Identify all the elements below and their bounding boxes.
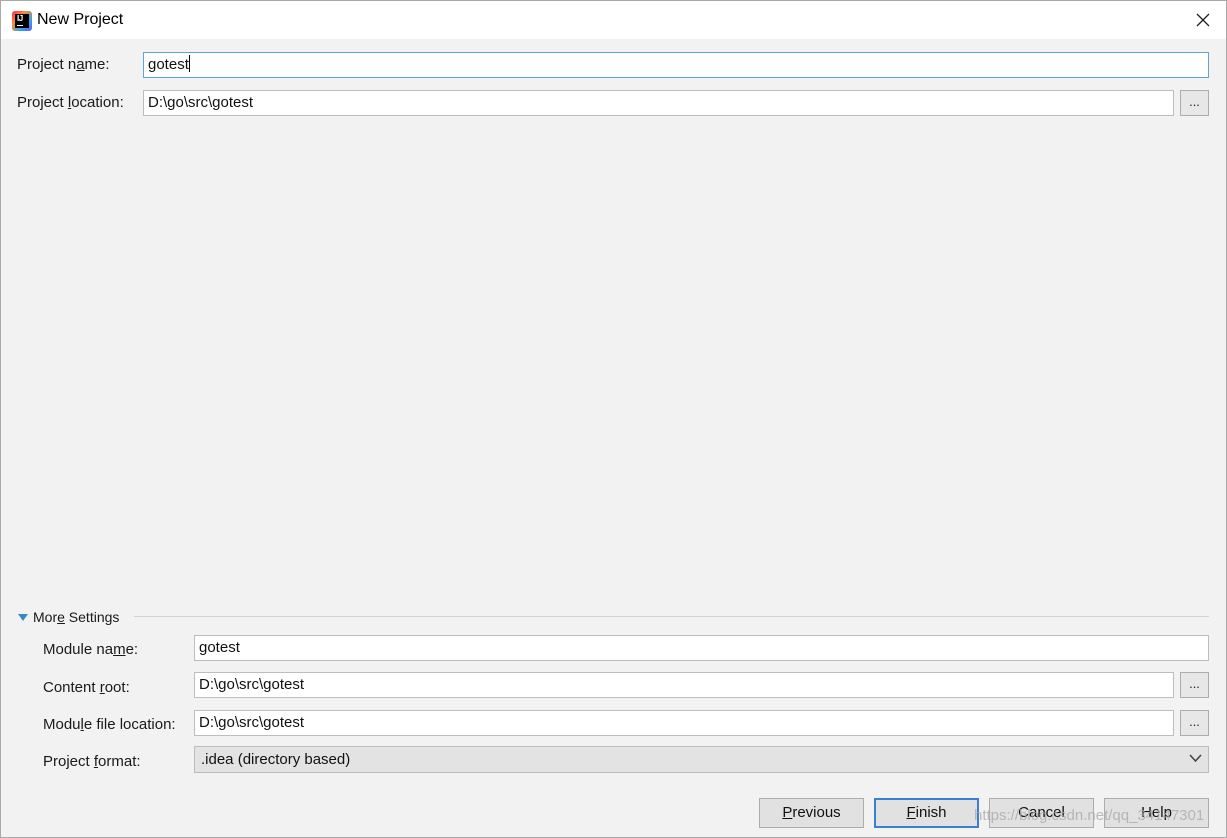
content-root-browse-button[interactable]: ... — [1180, 672, 1209, 698]
more-settings-separator — [134, 616, 1209, 617]
watermark-text: https://blog.csdn.net/qq_34147301 — [974, 807, 1205, 824]
project-format-value: .idea (directory based) — [201, 751, 351, 768]
project-name-label: Project name: — [17, 56, 110, 73]
module-file-location-input[interactable]: D:\go\src\gotest — [194, 710, 1174, 736]
intellij-app-icon: IJ — [12, 11, 32, 31]
more-settings-toggle[interactable]: More Settings — [33, 609, 119, 625]
chevron-down-icon — [1189, 754, 1202, 763]
project-format-select[interactable]: .idea (directory based) — [194, 746, 1209, 773]
module-file-location-label: Module file location: — [43, 716, 176, 733]
project-location-label: Project location: — [17, 94, 124, 111]
project-name-input[interactable]: gotest — [143, 52, 1209, 78]
finish-button[interactable]: Finish — [874, 798, 979, 828]
expand-triangle-icon[interactable] — [18, 614, 28, 622]
project-location-browse-button[interactable]: ... — [1180, 90, 1209, 116]
title-bar: IJ New Project — [1, 1, 1226, 39]
content-root-input[interactable]: D:\go\src\gotest — [194, 672, 1174, 698]
module-name-input[interactable]: gotest — [194, 635, 1209, 661]
content-root-label: Content root: — [43, 679, 130, 696]
module-name-label: Module name: — [43, 641, 139, 658]
previous-button[interactable]: Previous — [759, 798, 864, 828]
project-location-input[interactable]: D:\go\src\gotest — [143, 90, 1174, 116]
project-format-label: Project format: — [43, 753, 141, 770]
close-icon[interactable] — [1189, 7, 1217, 33]
window-title: New Project — [37, 11, 124, 28]
new-project-dialog: IJ New Project Project name: gotest Proj… — [0, 0, 1227, 838]
module-file-location-browse-button[interactable]: ... — [1180, 710, 1209, 736]
